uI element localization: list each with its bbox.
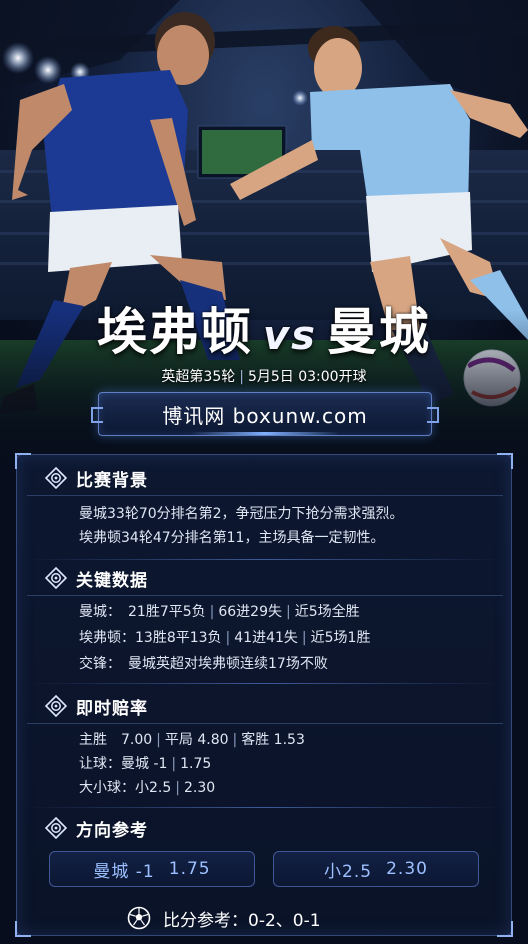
stat-label: 曼城：: [79, 604, 114, 620]
section-title: 比赛背景: [76, 470, 148, 491]
section-title: 即时赔率: [76, 698, 148, 719]
site-banner[interactable]: 博讯网 boxunw.com: [91, 392, 439, 436]
section-header-background: 比赛背景: [27, 461, 503, 496]
section-divider: [27, 807, 503, 808]
match-info: 英超第35轮 | 5月5日 03:00开球: [0, 366, 528, 386]
key-data-h2h-row: 交锋： 曼城英超对埃弗顿连续17场不败: [79, 653, 328, 673]
pick-odds: 2.30: [386, 859, 428, 879]
pick-label: 曼城 -1: [93, 861, 155, 882]
stat-record: 21胜7平5负: [128, 604, 206, 620]
total-label: 大小球：小2.5: [79, 780, 172, 796]
pick-label: 小2.5: [324, 861, 373, 882]
section-divider: [27, 683, 503, 684]
hero-banner: 埃弗顿 vs 曼城 英超第35轮 | 5月5日 03:00开球 博讯网 boxunw.c…: [0, 0, 528, 470]
site-name: 博讯网 boxunw.com: [162, 403, 368, 428]
stat-recent: 近5场1胜: [310, 630, 371, 646]
league-round: 英超第35轮: [161, 369, 236, 385]
kickoff-time: 5月5日 03:00开球: [247, 369, 367, 385]
analysis-panel: 比赛背景 曼城33轮70分排名第2，争冠压力下抢分需求强烈。 埃弗顿34轮47分…: [15, 453, 513, 937]
target-diamond-icon: [45, 467, 67, 489]
background-line-1: 曼城33轮70分排名第2，争冠压力下抢分需求强烈。: [79, 506, 404, 522]
corner-decoration: [15, 921, 31, 937]
stat-recent: 近5场全胜: [294, 604, 360, 620]
target-diamond-icon: [45, 817, 67, 839]
odds-handicap-row: 让球：曼城 -1 | 1.75: [79, 756, 212, 772]
team-home: 埃弗顿: [97, 303, 254, 361]
section-title: 方向参考: [76, 820, 148, 841]
soccer-ball-icon: [127, 906, 151, 930]
handicap-value: 1.75: [180, 756, 212, 772]
stat-goals: 66进29失: [218, 604, 282, 620]
odds-draw: 平局 4.80: [164, 732, 229, 748]
stat-record: 13胜8平13负: [135, 630, 222, 646]
section-title: 关键数据: [76, 570, 148, 591]
pick-odds: 1.75: [168, 859, 211, 879]
score-reference-text: 比分参考：0-2、0-1: [163, 910, 321, 931]
stat-label: 交锋：: [79, 656, 114, 672]
h2h-text: 曼城英超对埃弗顿连续17场不败: [128, 656, 328, 672]
key-data-everton-row: 埃弗顿：13胜8平13负 | 41进41失 | 近5场1胜: [79, 630, 371, 646]
section-divider: [27, 559, 503, 560]
match-title: 埃弗顿 vs 曼城: [0, 292, 528, 364]
stat-goals: 41进41失: [234, 630, 298, 646]
background-line-2: 埃弗顿34轮47分排名第11，主场具备一定韧性。: [79, 530, 385, 546]
handicap-label: 让球：曼城 -1: [79, 756, 168, 772]
total-value: 2.30: [183, 780, 216, 796]
stat-label: 埃弗顿：: [79, 630, 135, 646]
odds-home: 主胜 7.00: [79, 732, 153, 748]
odds-total-row: 大小球：小2.5 | 2.30: [79, 780, 216, 796]
target-diamond-icon: [45, 695, 67, 717]
pick-handicap-button[interactable]: 曼城 -1 1.75: [49, 851, 255, 887]
corner-decoration: [497, 921, 513, 937]
section-header-key-data: 关键数据: [27, 561, 503, 596]
section-header-odds: 即时赔率: [27, 689, 503, 724]
team-away: 曼城: [326, 303, 431, 361]
pick-total-button[interactable]: 小2.5 2.30: [273, 851, 479, 887]
odds-away: 客胜 1.53: [241, 732, 305, 748]
target-diamond-icon: [45, 567, 67, 589]
vs-label: vs: [263, 313, 317, 359]
odds-1x2-row: 主胜 7.00 | 平局 4.80 | 客胜 1.53: [79, 732, 305, 748]
section-header-direction: 方向参考: [27, 811, 503, 845]
key-data-city-row: 曼城： 21胜7平5负 | 66进29失 | 近5场全胜: [79, 604, 360, 620]
banner-glow: [190, 432, 340, 435]
info-separator: |: [239, 369, 244, 385]
score-reference: 比分参考：0-2、0-1: [127, 905, 321, 931]
